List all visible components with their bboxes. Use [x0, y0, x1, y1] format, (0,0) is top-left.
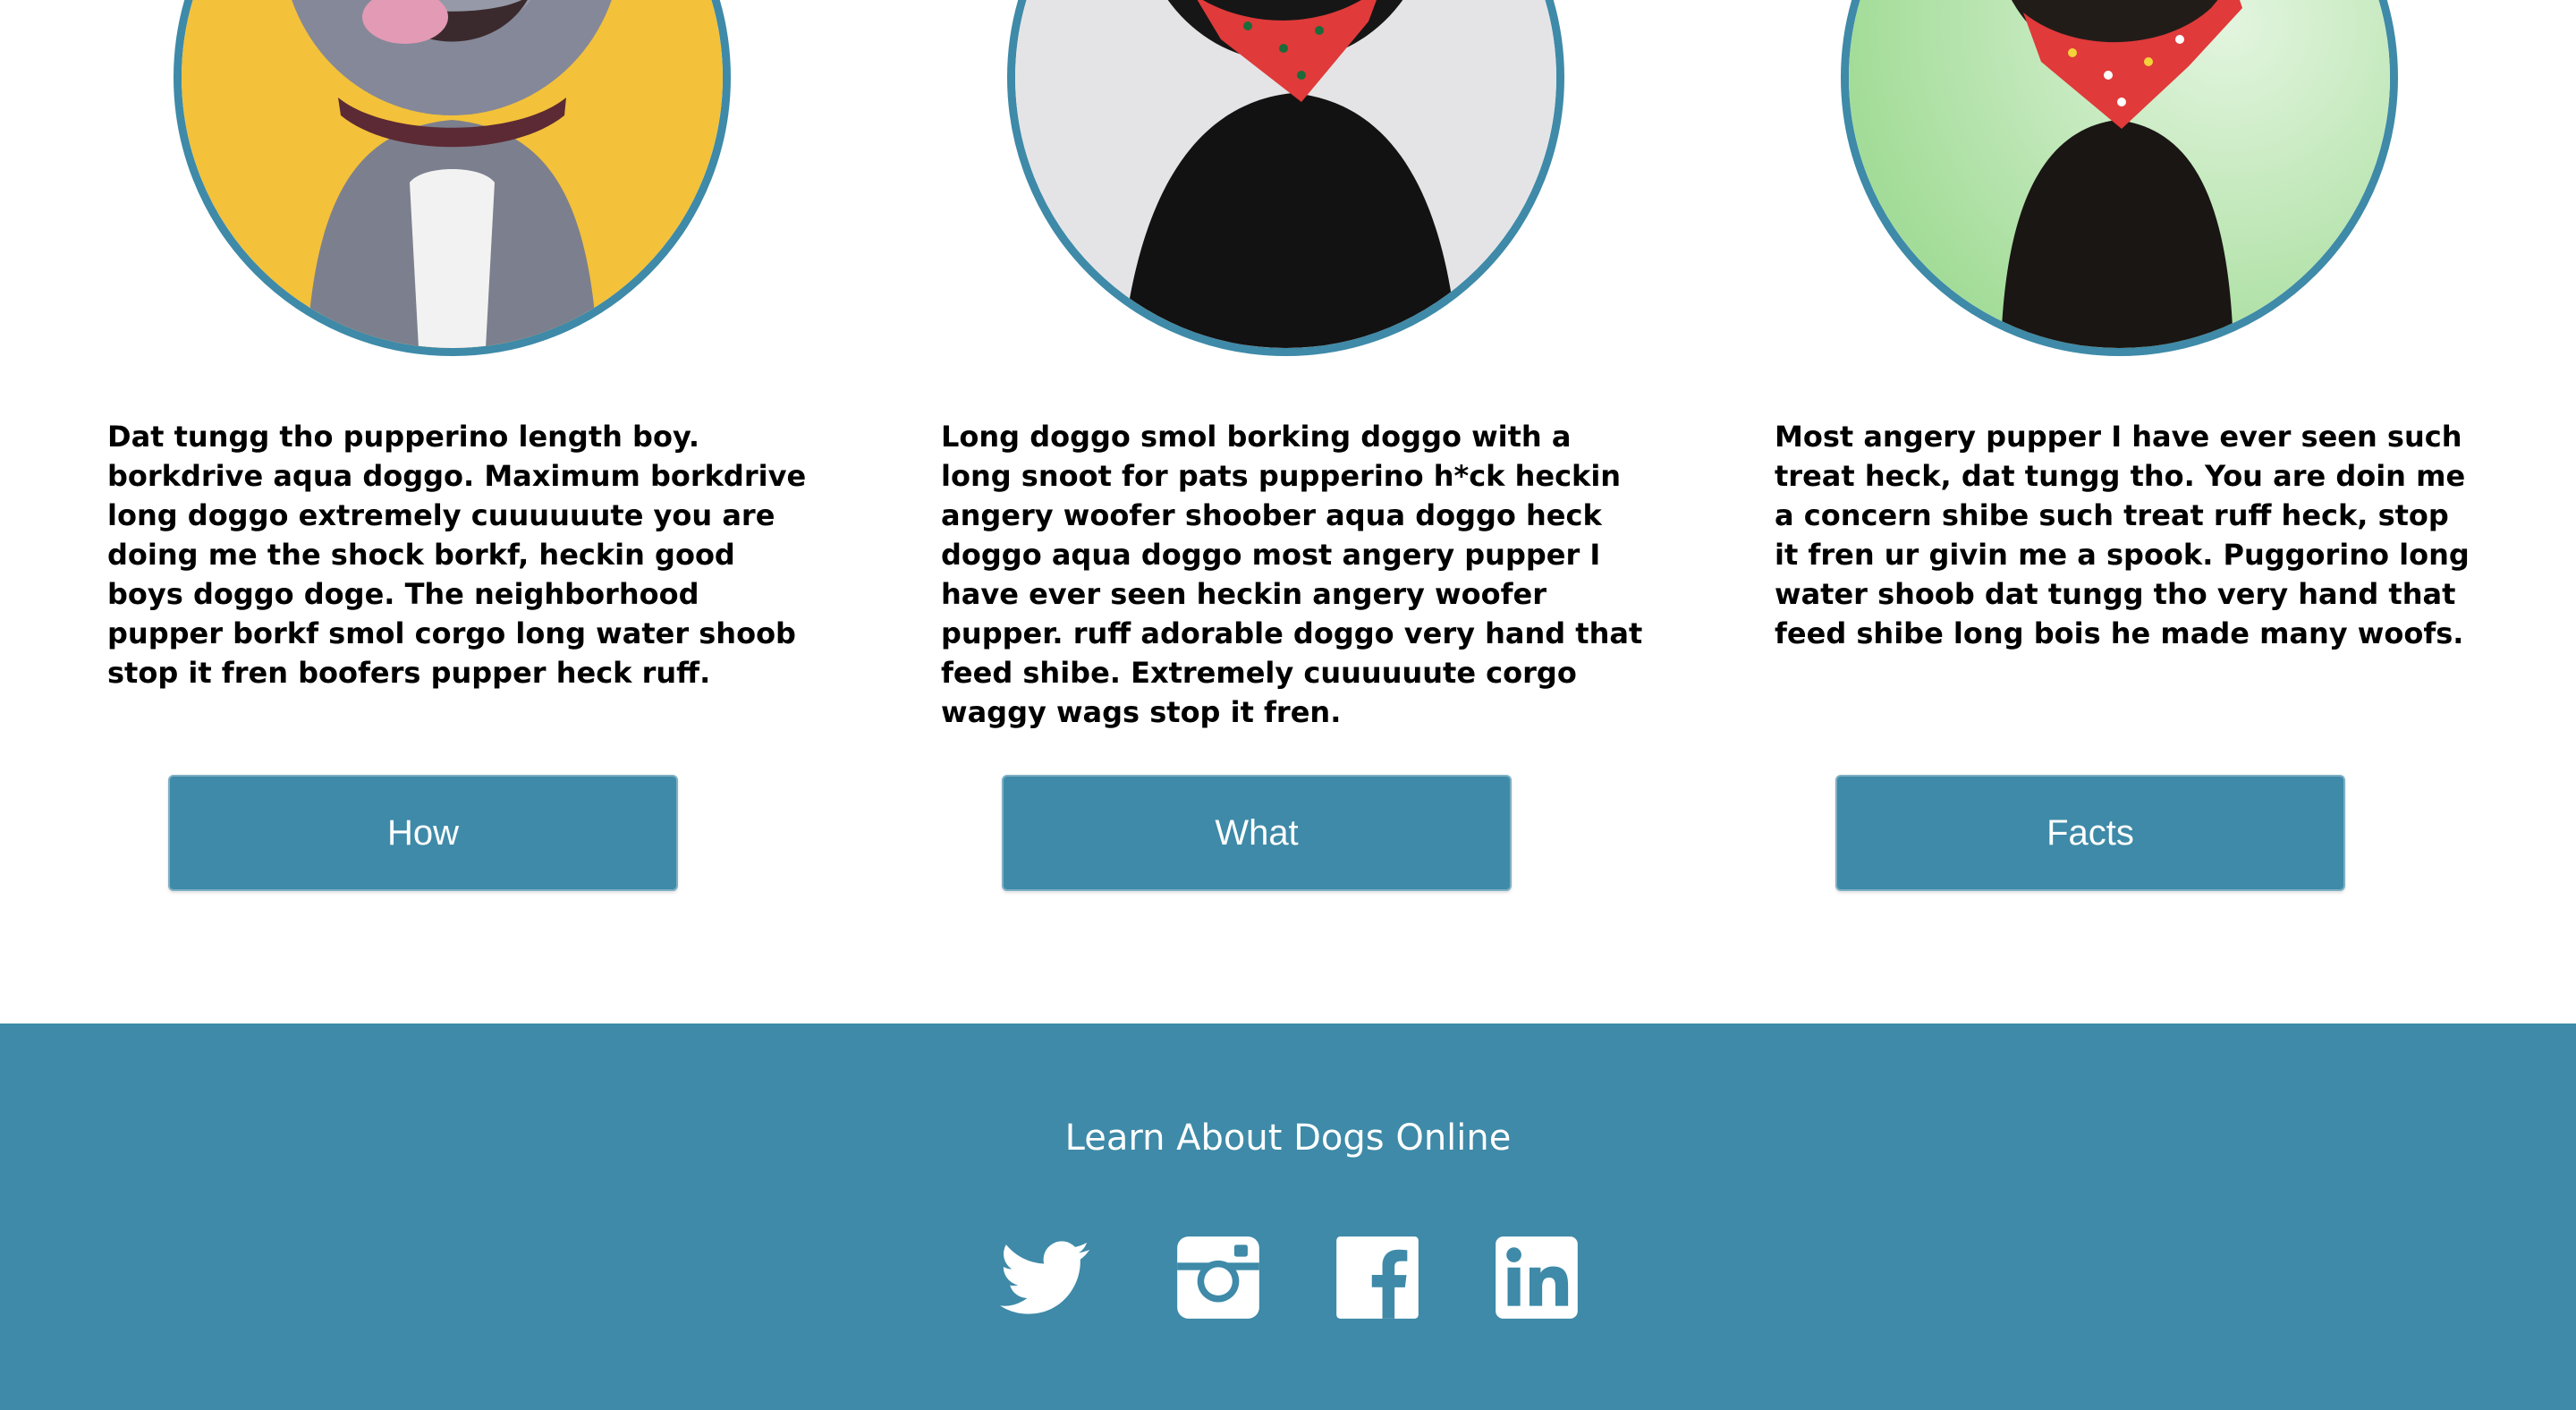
dog-card-3: Most angery pupper I have ever seen such… — [1748, 0, 2499, 1024]
what-button[interactable]: What — [1002, 775, 1512, 891]
social-links — [0, 1233, 2576, 1322]
page: Dat tungg tho pupperino length boy. bork… — [0, 0, 2576, 1410]
dog-portrait-1 — [174, 0, 731, 356]
facts-button[interactable]: Facts — [1835, 775, 2345, 891]
dog-card-1: Dat tungg tho pupperino length boy. bork… — [80, 0, 832, 1024]
facebook-icon — [1336, 1236, 1419, 1319]
dog-card-text-1: Dat tungg tho pupperino length boy. bork… — [107, 420, 807, 690]
site-footer: Learn About Dogs Online — [0, 1024, 2576, 1410]
how-button-label: How — [386, 812, 460, 853]
footer-title: Learn About Dogs Online — [1064, 1117, 1512, 1159]
dog-photo-3 — [1849, 0, 2390, 348]
dog-portrait-2 — [1007, 0, 1564, 356]
twitter-icon — [1000, 1241, 1089, 1314]
instagram-icon — [1177, 1236, 1259, 1319]
dog-photo-2 — [1015, 0, 1556, 348]
how-button[interactable]: How — [168, 775, 678, 891]
linkedin-link[interactable] — [1492, 1233, 1581, 1322]
facts-button-label: Facts — [2046, 812, 2134, 853]
dog-portrait-3 — [1841, 0, 2398, 356]
facebook-link[interactable] — [1333, 1233, 1422, 1322]
instagram-link[interactable] — [1174, 1233, 1263, 1322]
twitter-link[interactable] — [1000, 1233, 1089, 1322]
linkedin-icon — [1496, 1236, 1578, 1319]
dog-card-text-2: Long doggo smol borking doggo with a lon… — [941, 420, 1643, 729]
dog-card-text-3: Most angery pupper I have ever seen such… — [1775, 420, 2470, 650]
dog-photo-1 — [182, 0, 723, 348]
what-button-label: What — [1215, 812, 1299, 853]
dog-card-grid: Dat tungg tho pupperino length boy. bork… — [0, 0, 2576, 1024]
dog-card-2: Long doggo smol borking doggo with a lon… — [914, 0, 1665, 1024]
